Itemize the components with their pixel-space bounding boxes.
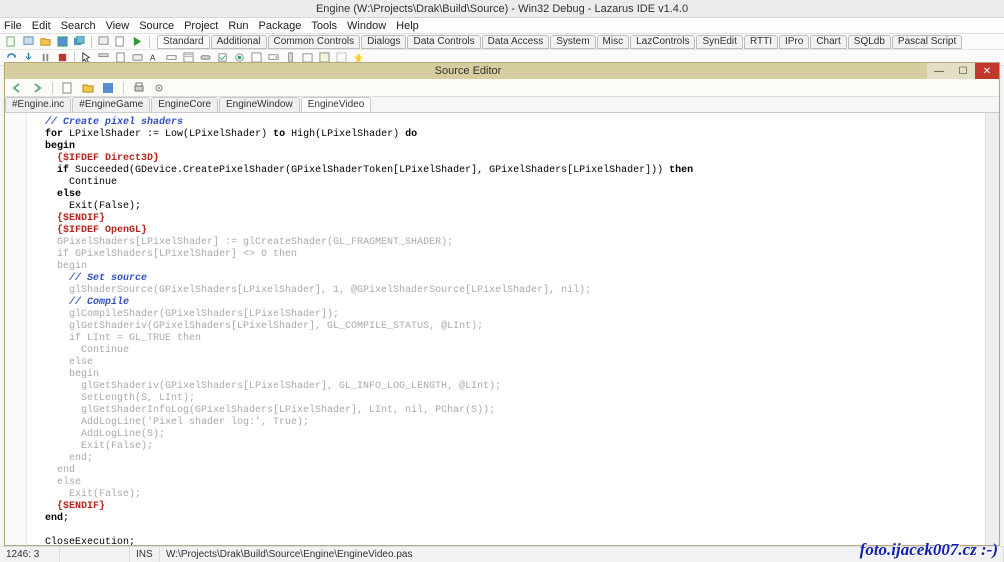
run-icon[interactable]: [129, 35, 145, 49]
status-bar: 1246: 3 INS W:\Projects\Drak\Build\Sourc…: [0, 546, 1004, 562]
svg-text:A: A: [149, 53, 155, 62]
palette-tab-pascal-script[interactable]: Pascal Script: [892, 35, 962, 49]
forward-icon[interactable]: [29, 80, 45, 96]
new-form-icon[interactable]: [20, 35, 36, 49]
toolbar-separator: [91, 36, 92, 48]
menu-project[interactable]: Project: [184, 20, 218, 32]
palette-tab-dialogs[interactable]: Dialogs: [361, 35, 406, 49]
toggle-form-icon[interactable]: [95, 35, 111, 49]
component-palette-tabs: StandardAdditionalCommon ControlsDialogs…: [157, 35, 963, 49]
maximize-button[interactable]: ☐: [951, 63, 975, 79]
editor-title-bar[interactable]: Source Editor — ☐ ✕: [5, 63, 999, 79]
save-file-icon[interactable]: [100, 80, 116, 96]
menu-source[interactable]: Source: [139, 20, 174, 32]
palette-tab-sqldb[interactable]: SQLdb: [848, 35, 891, 49]
menu-window[interactable]: Window: [347, 20, 386, 32]
back-icon[interactable]: [9, 80, 25, 96]
settings-icon[interactable]: [151, 80, 167, 96]
watermark-text: foto.ijacek007.cz :-): [860, 540, 998, 560]
file-tab-enginevideo[interactable]: EngineVideo: [301, 97, 372, 112]
main-menu: File Edit Search View Source Project Run…: [0, 18, 1004, 34]
editor-title-text: Source Editor: [9, 65, 927, 77]
main-title-bar: Engine (W:\Projects\Drak\Build\Source) -…: [0, 0, 1004, 18]
menu-search[interactable]: Search: [61, 20, 96, 32]
new-page-icon[interactable]: [60, 80, 76, 96]
source-editor-window: Source Editor — ☐ ✕ #Engine.inc#EngineGa…: [4, 62, 1000, 546]
vertical-scrollbar[interactable]: [985, 113, 999, 545]
palette-tab-data-access[interactable]: Data Access: [482, 35, 550, 49]
menu-edit[interactable]: Edit: [32, 20, 51, 32]
palette-tab-additional[interactable]: Additional: [211, 35, 267, 49]
file-tab-engineinc[interactable]: #Engine.inc: [5, 97, 71, 112]
menu-run[interactable]: Run: [228, 20, 248, 32]
save-icon[interactable]: [54, 35, 70, 49]
print-icon[interactable]: [131, 80, 147, 96]
editor-file-tabs: #Engine.inc#EngineGameEngineCoreEngineWi…: [5, 97, 999, 113]
file-tab-enginewindow[interactable]: EngineWindow: [219, 97, 300, 112]
menu-package[interactable]: Package: [259, 20, 302, 32]
palette-tab-system[interactable]: System: [550, 35, 595, 49]
main-toolbar-row1: StandardAdditionalCommon ControlsDialogs…: [0, 34, 1004, 50]
palette-tab-chart[interactable]: Chart: [810, 35, 846, 49]
palette-tab-synedit[interactable]: SynEdit: [696, 35, 742, 49]
save-all-icon[interactable]: [71, 35, 87, 49]
palette-tab-common-controls[interactable]: Common Controls: [268, 35, 361, 49]
status-position: 1246: 3: [0, 547, 60, 562]
palette-tab-ipro[interactable]: IPro: [779, 35, 809, 49]
minimize-button[interactable]: —: [927, 63, 951, 79]
open-file-icon[interactable]: [80, 80, 96, 96]
close-button[interactable]: ✕: [975, 63, 999, 79]
units-icon[interactable]: [112, 35, 128, 49]
status-mode: INS: [130, 547, 160, 562]
palette-tab-standard[interactable]: Standard: [157, 35, 210, 49]
palette-tab-rtti[interactable]: RTTI: [744, 35, 778, 49]
code-editor[interactable]: // Create pixel shaders for LPixelShader…: [27, 113, 985, 545]
open-icon[interactable]: [37, 35, 53, 49]
file-tab-enginegame[interactable]: #EngineGame: [72, 97, 150, 112]
main-title: Engine (W:\Projects\Drak\Build\Source) -…: [316, 3, 688, 15]
palette-tab-data-controls[interactable]: Data Controls: [407, 35, 480, 49]
palette-tab-misc[interactable]: Misc: [597, 35, 630, 49]
new-unit-icon[interactable]: [3, 35, 19, 49]
editor-toolbar: [5, 79, 999, 97]
code-area: // Create pixel shaders for LPixelShader…: [5, 113, 999, 545]
palette-tab-lazcontrols[interactable]: LazControls: [630, 35, 695, 49]
menu-tools[interactable]: Tools: [311, 20, 337, 32]
file-tab-enginecore[interactable]: EngineCore: [151, 97, 218, 112]
toolbar-separator: [123, 82, 124, 94]
status-modified: [60, 547, 130, 562]
line-gutter[interactable]: [5, 113, 27, 545]
toolbar-separator: [149, 36, 150, 48]
menu-view[interactable]: View: [106, 20, 130, 32]
toolbar-separator: [52, 82, 53, 94]
menu-file[interactable]: File: [4, 20, 22, 32]
menu-help[interactable]: Help: [396, 20, 419, 32]
